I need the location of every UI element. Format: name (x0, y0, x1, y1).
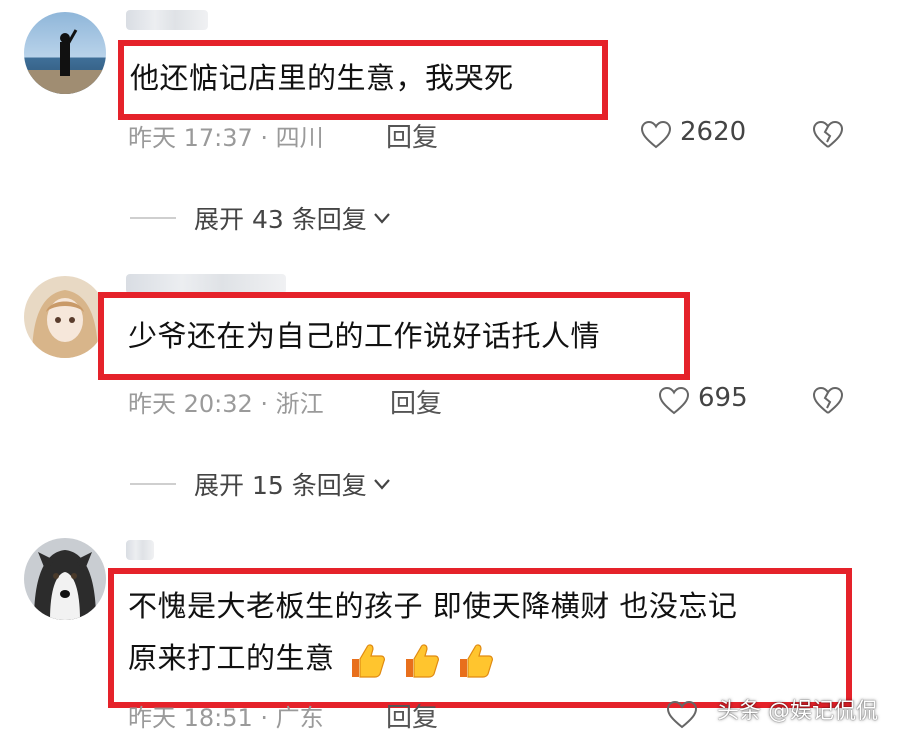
thumbs-up-icon (352, 644, 386, 678)
reply-button[interactable]: 回复 (386, 697, 438, 734)
comment-timestamp: 昨天 17:37 · 四川 (128, 124, 324, 152)
divider (130, 217, 176, 219)
broken-heart-icon[interactable] (812, 385, 844, 417)
comment-2: 少爷还在为自己的工作说好话托人情 昨天 20:32 · 浙江 回复 695 展开… (0, 260, 900, 500)
thumbs-up-icon (405, 644, 439, 678)
avatar[interactable] (24, 12, 106, 94)
comment-text-line-2-text: 原来打工的生意 (128, 641, 335, 675)
avatar[interactable] (24, 276, 106, 358)
expand-replies-label: 展开 43 条回复 (194, 205, 367, 234)
comment-text: 少爷还在为自己的工作说好话托人情 (128, 319, 601, 353)
divider (130, 483, 176, 485)
comment-timestamp: 昨天 18:51 · 广东 (128, 704, 324, 732)
comment-text: 他还惦记店里的生意，我哭死 (130, 61, 514, 95)
username-blurred[interactable] (126, 274, 286, 294)
heart-outline-icon[interactable] (658, 385, 690, 417)
watermark: 头条 @娱记侃侃 (717, 699, 878, 724)
heart-outline-icon[interactable] (666, 699, 698, 731)
username-blurred[interactable] (126, 10, 208, 30)
avatar[interactable] (24, 538, 106, 620)
heart-outline-icon[interactable] (640, 119, 672, 151)
broken-heart-icon[interactable] (812, 119, 844, 151)
reply-button[interactable]: 回复 (390, 383, 442, 420)
like-count: 695 (698, 383, 748, 413)
username-blurred[interactable] (126, 540, 154, 560)
comment-text-line-2: 原来打工的生意 (128, 637, 496, 681)
like-count: 2620 (680, 117, 747, 147)
expand-replies[interactable]: 展开 15 条回复 (130, 466, 393, 502)
comment-timestamp: 昨天 20:32 · 浙江 (128, 390, 324, 418)
chevron-down-icon (373, 479, 390, 490)
thumbs-up-icon (459, 644, 493, 678)
comment-text-line-1: 不愧是大老板生的孩子 即使天降横财 也没忘记 (128, 589, 738, 623)
expand-replies-label: 展开 15 条回复 (194, 471, 367, 500)
comment-1: 他还惦记店里的生意，我哭死 昨天 17:37 · 四川 回复 2620 展开 4… (0, 0, 900, 250)
expand-replies[interactable]: 展开 43 条回复 (130, 200, 393, 236)
reply-button[interactable]: 回复 (386, 117, 438, 154)
chevron-down-icon (373, 213, 390, 224)
